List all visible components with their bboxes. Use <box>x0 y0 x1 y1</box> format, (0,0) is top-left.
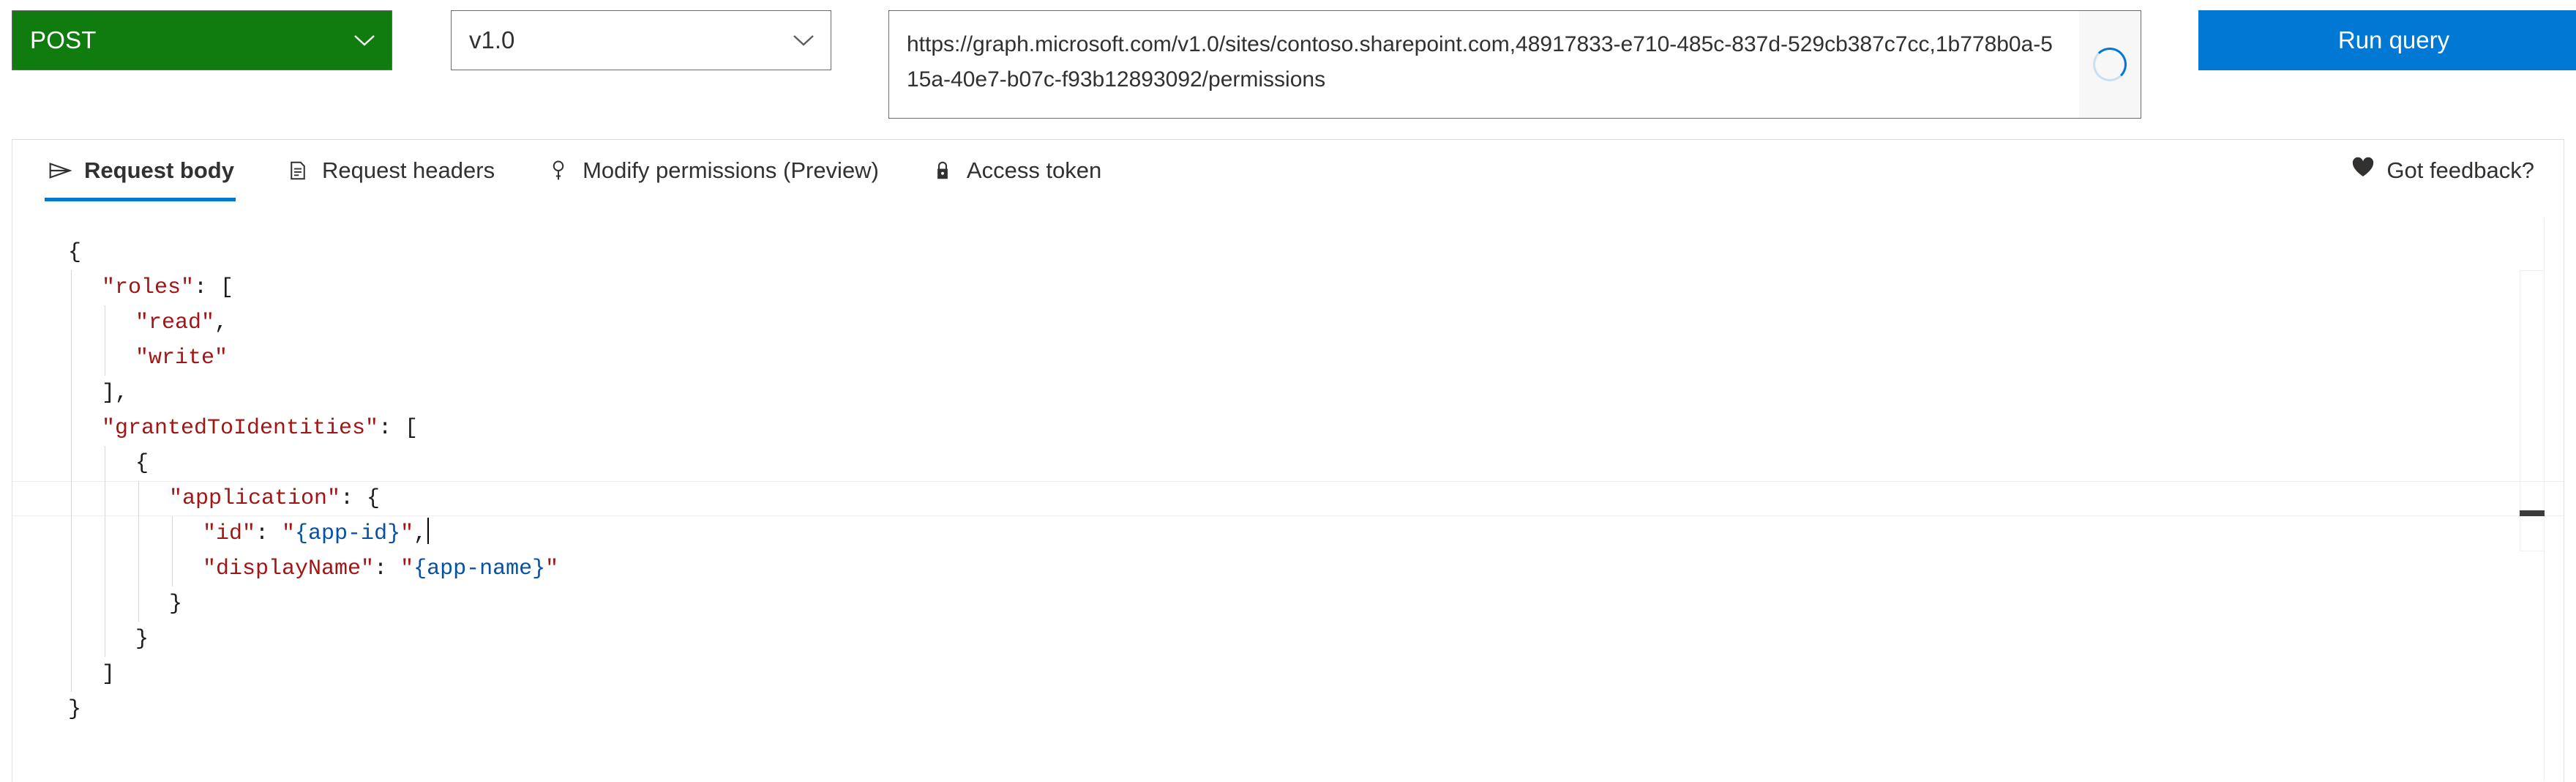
tab-label: Request headers <box>321 157 495 183</box>
http-method-dropdown[interactable]: POST <box>12 10 392 70</box>
code-token: : <box>374 556 401 581</box>
http-method-value: POST <box>30 26 97 53</box>
code-token: " <box>545 556 559 581</box>
loading-spinner-icon <box>2093 48 2127 81</box>
code-token: "displayName" <box>203 556 375 581</box>
code-token: } <box>135 627 149 652</box>
tab-request-headers[interactable]: Request headers <box>282 140 498 201</box>
tab-label: Access token <box>966 157 1102 183</box>
code-token: {app-id} <box>295 521 401 546</box>
request-url-field[interactable]: https://graph.microsoft.com/v1.0/sites/c… <box>888 10 2141 119</box>
code-token: "read" <box>135 310 215 335</box>
request-tab-bar: Request body Request headers Modify perm… <box>12 140 2564 217</box>
got-feedback-link[interactable]: Got feedback? <box>2351 140 2534 201</box>
text-cursor <box>427 518 430 544</box>
code-line: "grantedToIdentities": [ <box>12 411 2564 446</box>
document-icon <box>285 158 310 183</box>
active-tab-indicator <box>45 198 236 201</box>
tab-modify-permissions[interactable]: Modify permissions (Preview) <box>543 140 882 201</box>
code-token: : [ <box>194 275 234 300</box>
request-body-editor[interactable]: {"roles": ["read", "write"], "grantedToIde… <box>12 217 2564 781</box>
code-line: { <box>12 235 2564 270</box>
code-token: , <box>214 310 228 335</box>
code-token: " <box>400 556 414 581</box>
code-token: : <box>255 521 282 546</box>
query-bar: POST v1.0 https://graph.microsoft.com/v1… <box>0 0 2576 136</box>
code-token: ], <box>102 381 129 406</box>
request-url-input[interactable]: https://graph.microsoft.com/v1.0/sites/c… <box>889 11 2079 118</box>
code-token: { <box>68 240 82 265</box>
key-icon <box>546 158 571 183</box>
code-line: "roles": [ <box>12 270 2564 305</box>
tab-label: Modify permissions (Preview) <box>583 157 879 183</box>
code-line: "read", <box>12 305 2564 340</box>
code-line: "id": "{app-id}", <box>12 516 2564 551</box>
api-version-value: v1.0 <box>469 26 515 53</box>
tab-access-token[interactable]: Access token <box>927 140 1104 201</box>
code-token: "roles" <box>102 275 195 300</box>
code-token: } <box>169 592 183 617</box>
url-spinner-container <box>2079 11 2141 118</box>
code-line: "displayName": "{app-name}" <box>12 551 2564 586</box>
code-token: : { <box>340 486 381 511</box>
code-line: "application": { <box>12 481 2564 516</box>
json-code-content[interactable]: {"roles": ["read", "write"], "grantedToIde… <box>12 217 2564 727</box>
send-icon <box>48 158 72 183</box>
lock-icon <box>930 158 955 183</box>
code-token: "id" <box>203 521 256 546</box>
code-line: } <box>12 586 2564 622</box>
code-token: } <box>68 697 82 722</box>
code-token: "application" <box>169 486 341 511</box>
code-line: "write" <box>12 340 2564 376</box>
code-token: {app-name} <box>413 556 546 581</box>
chevron-down-icon <box>793 34 815 47</box>
chevron-down-icon <box>353 34 375 47</box>
code-token: "write" <box>135 346 228 370</box>
tab-label: Request body <box>84 157 234 183</box>
code-token: ] <box>102 662 116 687</box>
code-line: } <box>12 692 2564 727</box>
request-panel: Request body Request headers Modify perm… <box>12 139 2564 782</box>
feedback-label: Got feedback? <box>2386 157 2534 183</box>
tab-request-body[interactable]: Request body <box>45 140 237 201</box>
code-token: " <box>400 521 414 546</box>
code-line: ], <box>12 376 2564 411</box>
heart-icon <box>2351 157 2375 185</box>
api-version-dropdown[interactable]: v1.0 <box>451 10 831 70</box>
code-line: ] <box>12 657 2564 692</box>
code-line: } <box>12 622 2564 657</box>
code-token: "grantedToIdentities" <box>102 416 379 441</box>
code-token: " <box>282 521 296 546</box>
code-token: { <box>135 451 149 476</box>
run-query-button[interactable]: Run query <box>2198 10 2576 70</box>
code-token: , <box>413 521 427 546</box>
code-token: : [ <box>378 416 419 441</box>
code-line: { <box>12 446 2564 481</box>
